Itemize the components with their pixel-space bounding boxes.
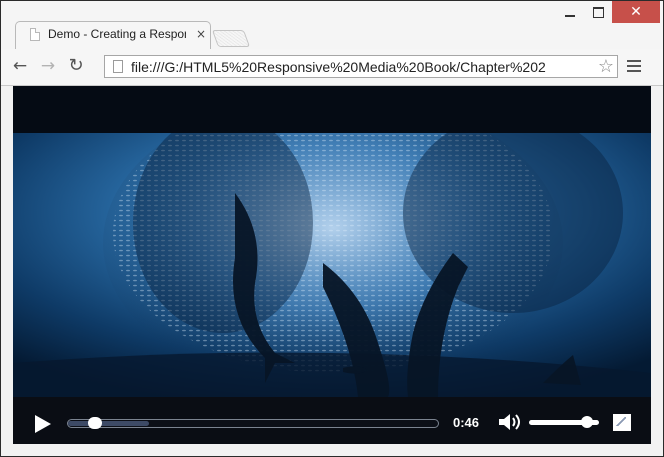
- document-icon: [30, 28, 40, 41]
- tab-close-button[interactable]: ×: [194, 26, 208, 42]
- star-icon[interactable]: ☆: [595, 56, 617, 77]
- forward-arrow-icon[interactable]: →: [37, 55, 59, 77]
- page-viewport: 0:46: [1, 86, 663, 456]
- volume-icon[interactable]: [497, 411, 521, 433]
- reload-icon[interactable]: ↻: [65, 55, 87, 77]
- browser-tab[interactable]: Demo - Creating a Respon ×: [15, 21, 211, 49]
- back-arrow-icon[interactable]: ←: [9, 55, 31, 77]
- video-player[interactable]: 0:46: [13, 86, 651, 444]
- page-icon: [113, 60, 123, 73]
- close-window-button[interactable]: ✕: [612, 1, 660, 23]
- title-bar: Demo - Creating a Respon × ✕: [1, 1, 663, 49]
- minimize-button[interactable]: [557, 1, 583, 23]
- buffered-range: [68, 421, 149, 426]
- video-frame: [13, 133, 651, 397]
- seek-bar[interactable]: [67, 419, 439, 428]
- tab-title: Demo - Creating a Respon: [48, 27, 186, 41]
- current-time: 0:46: [453, 415, 480, 430]
- browser-toolbar: ← → ↻ file:///G:/HTML5%20Responsive%20Me…: [1, 49, 663, 86]
- browser-window: Demo - Creating a Respon × ✕ ← → ↻ file:…: [0, 0, 664, 457]
- play-icon[interactable]: [35, 415, 51, 433]
- video-controls: 0:46: [13, 397, 651, 444]
- fullscreen-icon[interactable]: [613, 414, 631, 431]
- maximize-button[interactable]: [585, 1, 611, 23]
- seek-handle[interactable]: [88, 417, 102, 429]
- address-bar[interactable]: file:///G:/HTML5%20Responsive%20Media%20…: [104, 55, 618, 78]
- url-text[interactable]: file:///G:/HTML5%20Responsive%20Media%20…: [131, 59, 595, 75]
- menu-icon[interactable]: [627, 60, 641, 74]
- volume-handle[interactable]: [581, 416, 593, 428]
- new-tab-button[interactable]: [211, 30, 251, 47]
